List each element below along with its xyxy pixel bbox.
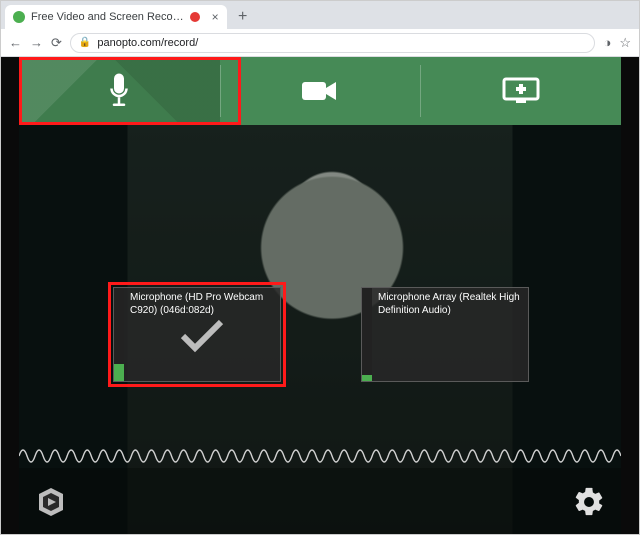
lock-icon: 🔒 — [79, 37, 91, 48]
url-text: panopto.com/record/ — [97, 37, 198, 49]
browser-tab-title: Free Video and Screen Reco… — [31, 11, 184, 23]
bottom-bar — [19, 468, 621, 534]
new-tab-button[interactable]: + — [233, 7, 253, 27]
level-meter — [114, 288, 124, 381]
checkmark-icon — [177, 316, 227, 356]
gear-icon — [572, 485, 606, 519]
address-bar[interactable]: 🔒 panopto.com/record/ — [70, 33, 596, 53]
panopto-logo-icon — [34, 485, 68, 519]
left-letterbox — [1, 57, 19, 534]
tab-screen[interactable] — [420, 57, 621, 125]
panopto-logo-button[interactable] — [29, 480, 73, 524]
extension-icon[interactable]: ◑ — [603, 35, 611, 50]
bookmark-star-icon[interactable]: ☆ — [619, 35, 631, 51]
level-meter — [362, 288, 372, 381]
reload-icon[interactable]: ⟳ — [51, 35, 62, 51]
app-viewport: Microphone (HD Pro Webcam C920) (046d:08… — [1, 57, 639, 534]
source-tab-bar — [19, 57, 621, 125]
tab-audio[interactable] — [19, 57, 220, 125]
tab-video[interactable] — [220, 57, 421, 125]
browser-tab[interactable]: Free Video and Screen Reco… × — [5, 5, 227, 29]
microphone-label: Microphone (HD Pro Webcam C920) (046d:08… — [130, 292, 274, 317]
microphone-option-selected[interactable]: Microphone (HD Pro Webcam C920) (046d:08… — [113, 287, 281, 382]
settings-button[interactable] — [567, 480, 611, 524]
favicon — [13, 11, 25, 23]
back-icon[interactable]: ← — [9, 35, 22, 50]
camera-icon — [300, 78, 340, 104]
close-tab-icon[interactable]: × — [212, 11, 219, 23]
recording-indicator-icon — [190, 12, 200, 22]
browser-toolbar: ← → ⟳ 🔒 panopto.com/record/ ◑ ☆ — [1, 29, 639, 57]
microphone-icon — [104, 72, 134, 110]
microphone-option[interactable]: Microphone Array (Realtek High Definitio… — [361, 287, 529, 382]
right-letterbox — [621, 57, 639, 534]
browser-tab-strip: Free Video and Screen Reco… × + — [1, 1, 639, 29]
screen-share-icon — [501, 76, 541, 106]
forward-icon[interactable]: → — [30, 35, 43, 50]
microphone-label: Microphone Array (Realtek High Definitio… — [378, 292, 522, 317]
